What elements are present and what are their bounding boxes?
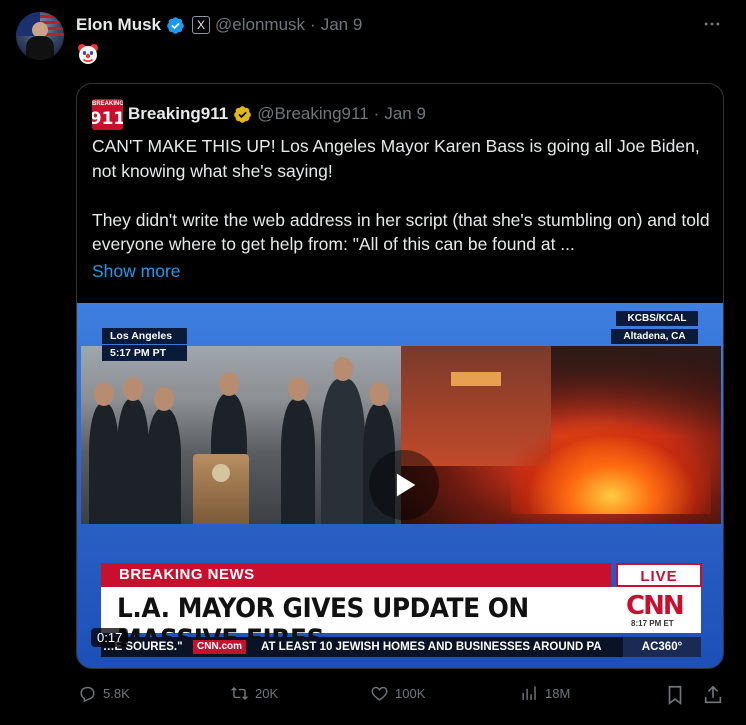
breaking-news-banner: BREAKING NEWS — [101, 563, 611, 587]
network-logo: CNN — [626, 591, 685, 621]
quoted-author-avatar[interactable]: BREAKING 911 — [92, 98, 123, 130]
show-more-link[interactable]: Show more — [92, 261, 181, 282]
network-time: 8:17 PM ET — [631, 619, 674, 628]
press-conference-frame — [81, 346, 401, 524]
clown-emoji: 🤡 — [76, 42, 77, 43]
official-figure — [89, 382, 119, 524]
ticker-show-name: AC360° — [623, 637, 701, 657]
tweet-actions-bar: 5.8K 20K 100K 18M — [76, 680, 724, 714]
official-figure — [147, 387, 181, 524]
repost-icon — [231, 686, 248, 701]
share-icon — [704, 685, 722, 704]
flag-stripe — [40, 15, 64, 18]
affiliate-badge[interactable]: X — [192, 16, 211, 34]
verified-org-badge-icon[interactable] — [233, 105, 252, 124]
verified-badge-icon[interactable] — [166, 16, 185, 35]
fire-scene-frame — [401, 346, 721, 524]
share-button[interactable] — [702, 684, 724, 706]
headline-bar: L.A. MAYOR GIVES UPDATE ON MASSIVE FIRES… — [101, 587, 701, 655]
flames — [511, 424, 711, 514]
more-horizontal-icon — [704, 22, 720, 26]
separator-dot: · — [373, 104, 380, 123]
avatar-small-text: BREAKING — [92, 100, 123, 107]
separator-dot: · — [310, 15, 316, 34]
views-button[interactable]: 18M — [520, 684, 570, 703]
news-lower-third: BREAKING NEWS LIVE L.A. MAYOR GIVES UPDA… — [101, 563, 702, 657]
news-ticker: …E SOURES." CNN.com AT LEAST 10 JEWISH H… — [101, 637, 701, 657]
quoted-tweet-header: BREAKING 911 Breaking911 @Breaking911 · … — [92, 98, 426, 130]
like-button[interactable]: 100K — [370, 684, 425, 703]
quoted-tweet-text: CAN'T MAKE THIS UP! Los Angeles Mayor Ka… — [92, 134, 712, 257]
quoted-paragraph: They didn't write the web address in her… — [92, 209, 710, 255]
tweet-text: 🤡 — [76, 42, 100, 66]
author-handle[interactable]: @elonmusk — [215, 15, 305, 35]
reply-count: 5.8K — [103, 686, 130, 701]
avatar-big-text: 911 — [92, 108, 123, 129]
tweet-header: Elon Musk X @elonmusk · Jan 9 — [76, 13, 362, 37]
repost-button[interactable]: 20K — [230, 684, 278, 703]
building-sign — [451, 372, 501, 386]
city-seal — [212, 464, 230, 482]
official-figure — [321, 357, 365, 524]
tweet-date[interactable]: Jan 9 — [321, 15, 363, 35]
ticker-text: AT LEAST 10 JEWISH HOMES AND BUSINESSES … — [261, 641, 602, 653]
station-label: KCBS/KCAL — [616, 311, 698, 326]
reply-icon — [80, 686, 95, 703]
officials-group — [81, 357, 401, 524]
author-name[interactable]: Elon Musk — [76, 15, 161, 35]
live-badge: LIVE — [616, 563, 702, 587]
tweet[interactable]: Elon Musk X @elonmusk · Jan 9 🤡 — [0, 0, 746, 725]
author-avatar[interactable] — [16, 12, 64, 60]
views-count: 18M — [545, 686, 571, 701]
clown-face-icon — [78, 44, 98, 64]
official-figure — [117, 377, 149, 524]
official-figure — [281, 377, 315, 524]
bookmark-icon — [668, 685, 682, 705]
ticker-site: CNN.com — [193, 640, 247, 654]
place-label: Altadena, CA — [611, 329, 698, 344]
quoted-tweet-card[interactable]: BREAKING 911 Breaking911 @Breaking911 · … — [76, 83, 724, 669]
repost-count: 20K — [255, 686, 279, 701]
quoted-author-handle[interactable]: @Breaking911 — [257, 104, 368, 124]
play-icon — [396, 473, 416, 497]
heart-icon — [371, 686, 388, 701]
smoke — [551, 346, 721, 436]
video-player[interactable]: Los Angeles 5:17 PM PT KCBS/KCAL Altaden… — [77, 303, 723, 668]
local-time-label: 5:17 PM PT — [102, 345, 187, 361]
location-label: Los Angeles — [102, 328, 187, 344]
quoted-paragraph: CAN'T MAKE THIS UP! Los Angeles Mayor Ka… — [92, 136, 700, 181]
avatar-body — [26, 36, 54, 60]
podium — [193, 454, 249, 524]
analytics-icon — [522, 686, 536, 700]
play-button[interactable] — [369, 450, 439, 520]
video-duration: 0:17 — [91, 628, 129, 647]
quoted-tweet-date[interactable]: Jan 9 — [384, 104, 426, 124]
quoted-author-name[interactable]: Breaking911 — [128, 104, 228, 124]
bookmark-button[interactable] — [664, 684, 686, 706]
like-count: 100K — [395, 686, 426, 701]
reply-button[interactable]: 5.8K — [78, 684, 130, 703]
more-options-button[interactable] — [700, 12, 724, 36]
